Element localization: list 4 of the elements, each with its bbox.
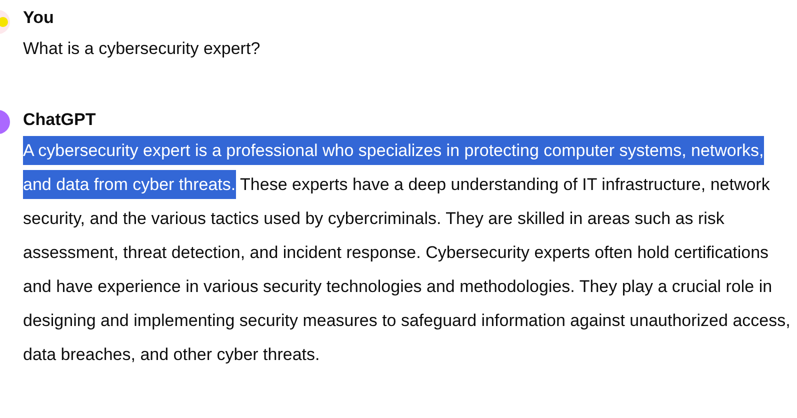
author-name: You — [23, 7, 55, 29]
message-text: A cybersecurity expert is a professional who specializes in protecting computer systems, networks, and data from cyber threats. These experts have a deep understanding of IT infrastructure, network security, and the various tactics used by cybercriminals. They are skilled in areas such as risk assessment, threat detection, and incident response. Cybersecurity experts often hold certifications and have experience in various security technologies and methodologies. They play a crucial role in designing and implementing security measures to safeguard information against unauthorized access, data breaches, and other cyber threats. — [23, 134, 795, 372]
author-name: ChatGPT — [23, 109, 97, 131]
message-text: What is a cybersecurity expert? — [23, 38, 262, 60]
